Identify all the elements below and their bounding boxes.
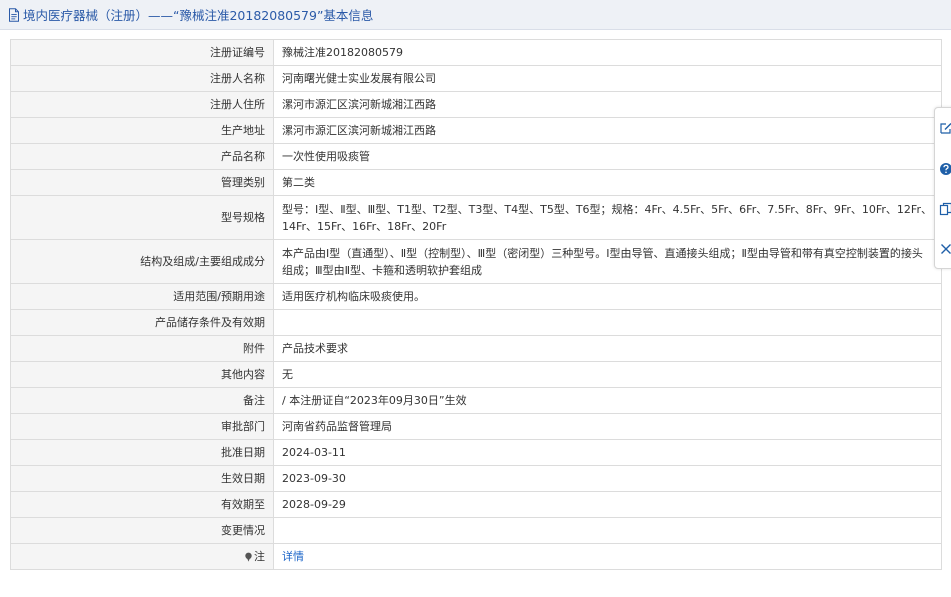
table-row: 备注 / 本注册证自“2023年09月30日”生效 [10,387,942,414]
field-value: 第二类 [273,169,942,196]
field-label: 适用范围/预期用途 [10,283,274,310]
field-label: 管理类别 [10,169,274,196]
page-title: 境内医疗器械（注册）——“豫械注准20182080579”基本信息 [23,8,374,23]
page-header: 境内医疗器械（注册）——“豫械注准20182080579”基本信息 [0,0,951,30]
field-value: 型号：Ⅰ型、Ⅱ型、Ⅲ型、T1型、T2型、T3型、T4型、T5型、T6型；规格：4… [273,195,942,240]
field-label: 生效日期 [10,465,274,492]
table-row: 变更情况 [10,517,942,544]
field-label: 注册人住所 [10,91,274,118]
field-label: 其他内容 [10,361,274,388]
table-row: 型号规格 型号：Ⅰ型、Ⅱ型、Ⅲ型、T1型、T2型、T3型、T4型、T5型、T6型… [10,195,942,240]
table-row: 生产地址 漯河市源汇区滨河新城湘江西路 [10,117,942,144]
field-label: 有效期至 [10,491,274,518]
field-value [273,517,942,544]
table-row: 结构及组成/主要组成成分 本产品由Ⅰ型（直通型）、Ⅱ型（控制型）、Ⅲ型（密闭型）… [10,239,942,284]
table-row: 审批部门 河南省药品监督管理局 [10,413,942,440]
field-label: 产品储存条件及有效期 [10,309,274,336]
document-icon [8,7,20,22]
field-label: 批准日期 [10,439,274,466]
edit-icon[interactable] [939,120,951,136]
field-value [273,309,942,336]
info-table: 注册证编号 豫械注准20182080579 注册人名称 河南曙光健士实业发展有限… [10,39,942,570]
help-icon[interactable] [939,161,951,177]
field-value: 河南省药品监督管理局 [273,413,942,440]
field-label: 变更情况 [10,517,274,544]
table-row: 附件 产品技术要求 [10,335,942,362]
field-label: 结构及组成/主要组成成分 [10,239,274,284]
table-row: 其他内容 无 [10,361,942,388]
model-spec-text: 型号：Ⅰ型、Ⅱ型、Ⅲ型、T1型、T2型、T3型、T4型、T5型、T6型；规格：4… [282,202,932,233]
field-label: 备注 [10,387,274,414]
field-value: 无 [273,361,942,388]
field-value: / 本注册证自“2023年09月30日”生效 [273,387,942,414]
field-label: 产品名称 [10,143,274,170]
field-value: 适用医疗机构临床吸痰使用。 [273,283,942,310]
table-row: 产品名称 一次性使用吸痰管 [10,143,942,170]
field-label: 型号规格 [10,195,274,240]
details-link[interactable]: 详情 [282,550,304,563]
field-value: 本产品由Ⅰ型（直通型）、Ⅱ型（控制型）、Ⅲ型（密闭型）三种型号。Ⅰ型由导管、直通… [273,239,942,284]
side-toolbar [934,107,951,269]
table-row: 注 详情 [10,543,942,570]
field-value: 2023-09-30 [273,465,942,492]
table-row: 有效期至 2028-09-29 [10,491,942,518]
field-label: 注册证编号 [10,39,274,66]
field-value: 一次性使用吸痰管 [273,143,942,170]
close-icon[interactable] [939,241,951,257]
table-row: 注册人名称 河南曙光健士实业发展有限公司 [10,65,942,92]
field-label: 生产地址 [10,117,274,144]
table-row: 注册证编号 豫械注准20182080579 [10,39,942,66]
field-value: 漯河市源汇区滨河新城湘江西路 [273,91,942,118]
table-row: 管理类别 第二类 [10,169,942,196]
note-label-cell: 注 [10,543,274,570]
table-row: 注册人住所 漯河市源汇区滨河新城湘江西路 [10,91,942,118]
copy-icon[interactable] [939,201,951,217]
structure-text: 本产品由Ⅰ型（直通型）、Ⅱ型（控制型）、Ⅲ型（密闭型）三种型号。Ⅰ型由导管、直通… [282,246,923,277]
field-label: 审批部门 [10,413,274,440]
field-label: 附件 [10,335,274,362]
field-value: 详情 [273,543,942,570]
field-value: 2024-03-11 [273,439,942,466]
field-value: 2028-09-29 [273,491,942,518]
field-label: 注 [254,550,265,563]
pin-icon [244,552,253,562]
field-value: 豫械注准20182080579 [273,39,942,66]
table-row: 适用范围/预期用途 适用医疗机构临床吸痰使用。 [10,283,942,310]
table-row: 产品储存条件及有效期 [10,309,942,336]
table-row: 生效日期 2023-09-30 [10,465,942,492]
field-value: 河南曙光健士实业发展有限公司 [273,65,942,92]
field-value: 漯河市源汇区滨河新城湘江西路 [273,117,942,144]
field-value: 产品技术要求 [273,335,942,362]
field-label: 注册人名称 [10,65,274,92]
table-row: 批准日期 2024-03-11 [10,439,942,466]
